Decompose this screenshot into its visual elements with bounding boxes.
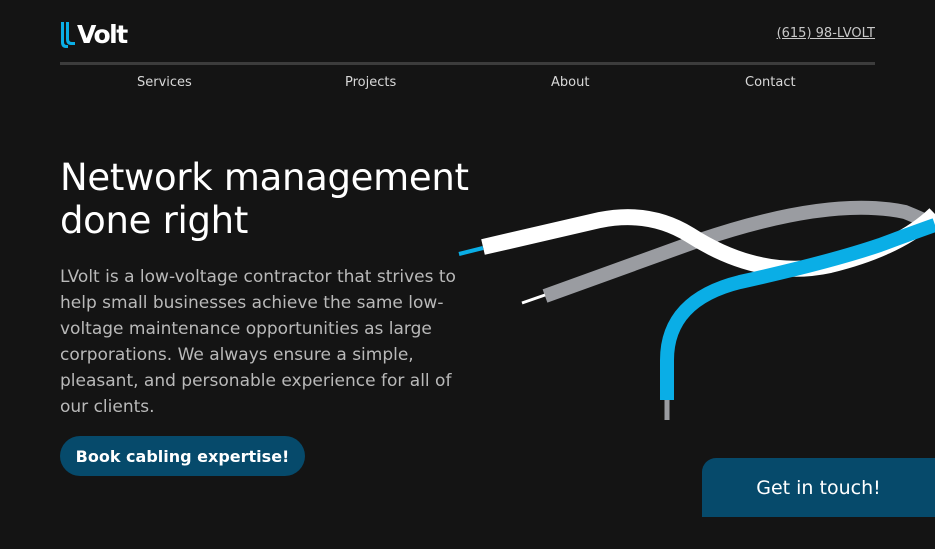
network-cables-illustration	[458, 200, 935, 420]
site-header: Volt (615) 98-LVOLT	[60, 0, 875, 66]
logo-text: Volt	[77, 20, 128, 49]
main-nav: Services Projects About Contact	[0, 75, 935, 95]
nav-item-projects[interactable]: Projects	[345, 75, 396, 90]
nav-item-services[interactable]: Services	[137, 75, 192, 90]
header-divider	[60, 62, 875, 65]
logo[interactable]: Volt	[60, 20, 128, 50]
nav-item-about[interactable]: About	[551, 75, 589, 90]
logo-mark-icon	[61, 22, 75, 48]
get-in-touch-button[interactable]: Get in touch!	[702, 458, 935, 517]
hero-description: LVolt is a low-voltage contractor that s…	[60, 267, 456, 417]
book-cabling-button[interactable]: Book cabling expertise!	[60, 436, 305, 476]
nav-item-contact[interactable]: Contact	[745, 75, 796, 90]
phone-link[interactable]: (615) 98-LVOLT	[777, 26, 875, 41]
